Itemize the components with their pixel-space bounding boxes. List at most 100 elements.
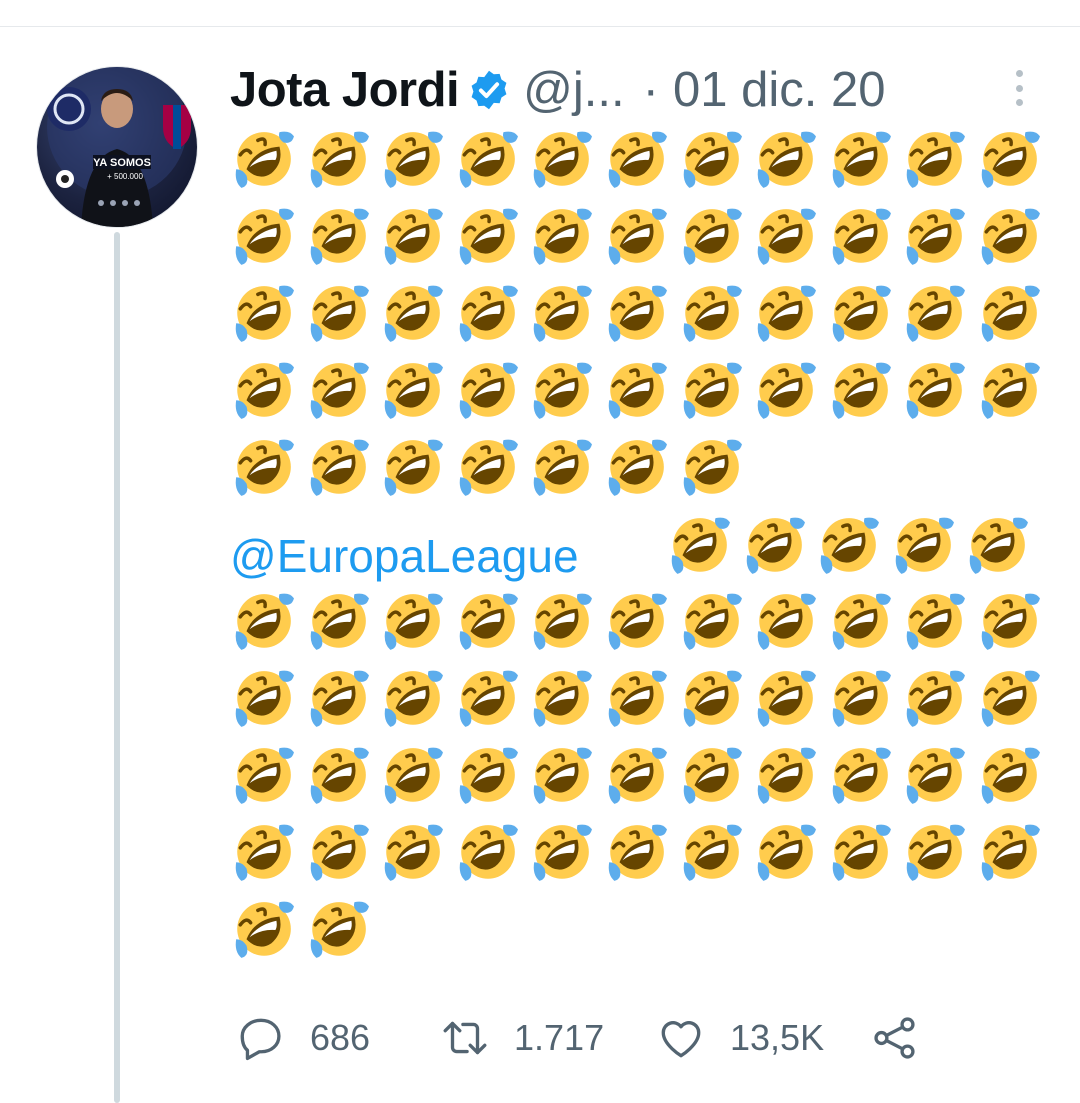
rofl-emoji-icon bbox=[752, 667, 818, 733]
action-bar: 686 1.717 13,5K bbox=[230, 1010, 930, 1066]
rofl-emoji-icon bbox=[976, 359, 1042, 425]
rofl-emoji-icon bbox=[379, 821, 445, 887]
rofl-emoji-icon bbox=[603, 436, 669, 502]
rofl-emoji-icon bbox=[454, 359, 520, 425]
rofl-emoji-icon bbox=[890, 514, 956, 580]
rofl-emoji-icon bbox=[305, 205, 371, 271]
like-count: 13,5K bbox=[730, 1017, 825, 1058]
author-handle[interactable]: @j... bbox=[523, 62, 624, 118]
rofl-emoji-icon bbox=[901, 590, 967, 656]
rofl-emoji-icon bbox=[827, 359, 893, 425]
rofl-emoji-icon bbox=[305, 590, 371, 656]
rofl-emoji-icon bbox=[528, 436, 594, 502]
rofl-emoji-icon bbox=[752, 590, 818, 656]
rofl-emoji-icon bbox=[752, 282, 818, 348]
rofl-emoji-icon bbox=[603, 282, 669, 348]
rofl-emoji-icon bbox=[528, 744, 594, 810]
rofl-emoji-icon bbox=[454, 590, 520, 656]
rofl-emoji-icon bbox=[230, 359, 296, 425]
rofl-emoji-icon bbox=[528, 821, 594, 887]
rofl-emoji-icon bbox=[827, 667, 893, 733]
rofl-emoji-icon bbox=[454, 128, 520, 194]
more-options-icon[interactable] bbox=[1014, 70, 1024, 106]
rofl-emoji-icon bbox=[379, 744, 445, 810]
rofl-emoji-icon bbox=[230, 744, 296, 810]
share-button[interactable] bbox=[870, 1010, 920, 1066]
rofl-emoji-icon bbox=[827, 744, 893, 810]
rofl-emoji-icon bbox=[678, 744, 744, 810]
rofl-emoji-icon bbox=[752, 128, 818, 194]
rofl-emoji-icon bbox=[454, 667, 520, 733]
rofl-emoji-icon bbox=[603, 205, 669, 271]
rofl-emoji-icon bbox=[305, 436, 371, 502]
rofl-emoji-icon bbox=[230, 128, 296, 194]
rofl-emoji-icon bbox=[976, 205, 1042, 271]
rofl-emoji-icon bbox=[678, 128, 744, 194]
rofl-emoji-icon bbox=[666, 514, 732, 580]
rofl-emoji-icon bbox=[976, 744, 1042, 810]
tweet-date[interactable]: 01 dic. 20 bbox=[673, 62, 886, 118]
avatar[interactable]: YA SOMOS + 500.000 bbox=[37, 67, 197, 227]
rofl-emoji-icon bbox=[827, 590, 893, 656]
rofl-emoji-icon bbox=[379, 282, 445, 348]
rofl-emoji-icon bbox=[901, 205, 967, 271]
rofl-emoji-icon bbox=[678, 821, 744, 887]
rofl-emoji-icon bbox=[678, 667, 744, 733]
rofl-emoji-icon bbox=[305, 821, 371, 887]
rofl-emoji-icon bbox=[827, 282, 893, 348]
rofl-emoji-icon bbox=[305, 744, 371, 810]
mention-link[interactable]: @EuropaLeague bbox=[230, 524, 579, 588]
rofl-emoji-icon bbox=[752, 821, 818, 887]
rofl-emoji-icon bbox=[230, 667, 296, 733]
rofl-emoji-icon bbox=[305, 898, 371, 964]
rofl-emoji-icon bbox=[528, 282, 594, 348]
rofl-emoji-icon bbox=[230, 282, 296, 348]
rofl-emoji-icon bbox=[379, 359, 445, 425]
rofl-emoji-icon bbox=[752, 205, 818, 271]
rofl-emoji-icon bbox=[678, 359, 744, 425]
rofl-emoji-icon bbox=[230, 898, 296, 964]
rofl-emoji-icon bbox=[901, 128, 967, 194]
rofl-emoji-icon bbox=[528, 205, 594, 271]
rofl-emoji-icon bbox=[603, 590, 669, 656]
rofl-emoji-icon bbox=[678, 205, 744, 271]
rofl-emoji-icon bbox=[230, 590, 296, 656]
rofl-emoji-icon bbox=[976, 821, 1042, 887]
rofl-emoji-icon bbox=[901, 359, 967, 425]
rofl-emoji-icon bbox=[964, 514, 1030, 580]
rofl-emoji-icon bbox=[603, 128, 669, 194]
rofl-emoji-icon bbox=[976, 282, 1042, 348]
rofl-emoji-icon bbox=[305, 128, 371, 194]
reply-button[interactable]: 686 bbox=[236, 1010, 370, 1066]
tweet-header: Jota Jordi @j... · 01 dic. 20 bbox=[230, 58, 1040, 122]
top-divider bbox=[0, 26, 1080, 27]
header-separator: · bbox=[642, 63, 659, 117]
rofl-emoji-icon bbox=[815, 514, 881, 580]
rofl-emoji-icon bbox=[305, 282, 371, 348]
rofl-emoji-icon bbox=[976, 667, 1042, 733]
thread-line bbox=[114, 232, 120, 1103]
rofl-emoji-icon bbox=[603, 359, 669, 425]
rofl-emoji-icon bbox=[827, 821, 893, 887]
rofl-emoji-icon bbox=[603, 821, 669, 887]
rofl-emoji-icon bbox=[454, 205, 520, 271]
verified-badge-icon bbox=[467, 68, 511, 112]
retweet-count: 1.717 bbox=[514, 1017, 605, 1058]
rofl-emoji-icon bbox=[528, 128, 594, 194]
rofl-emoji-icon bbox=[454, 744, 520, 810]
rofl-emoji-icon bbox=[901, 744, 967, 810]
author-name[interactable]: Jota Jordi bbox=[230, 62, 460, 118]
heart-icon bbox=[661, 1021, 701, 1058]
like-button[interactable]: 13,5K bbox=[656, 1010, 824, 1066]
rofl-emoji-icon bbox=[901, 667, 967, 733]
avatar-banner-text: YA SOMOS bbox=[93, 157, 151, 169]
rofl-emoji-icon bbox=[528, 359, 594, 425]
rofl-emoji-icon bbox=[528, 667, 594, 733]
rofl-emoji-icon bbox=[901, 821, 967, 887]
share-icon bbox=[874, 1017, 915, 1059]
avatar-image: YA SOMOS + 500.000 bbox=[47, 67, 191, 227]
rofl-emoji-icon bbox=[379, 436, 445, 502]
rofl-emoji-icon bbox=[752, 744, 818, 810]
retweet-button[interactable]: 1.717 bbox=[440, 1010, 604, 1066]
avatar-banner-subtext: + 500.000 bbox=[107, 172, 143, 181]
